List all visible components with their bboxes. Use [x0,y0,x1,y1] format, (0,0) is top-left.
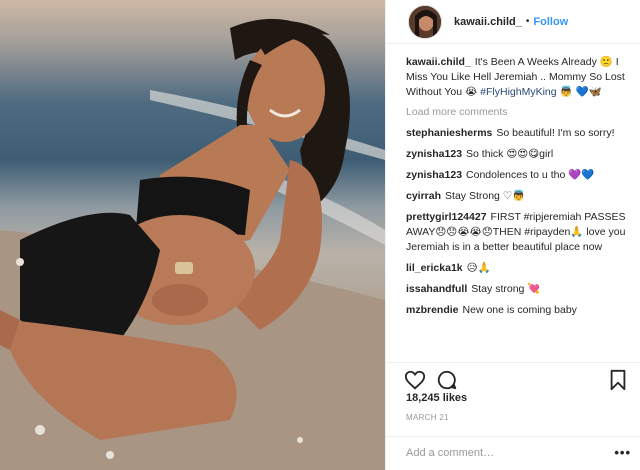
comment-item: lil_ericka1k 😥🙏 [406,261,627,276]
comment-item: stephaniesherms So beautiful! I'm so sorr… [406,126,627,141]
comment-item: issahandfull Stay strong 💘 [406,282,627,297]
action-bar [386,362,640,390]
comment-text: Stay strong 💘 [471,283,541,295]
follow-button[interactable]: Follow [533,16,568,28]
post-date: MARCH 21 [406,413,449,422]
more-options-icon[interactable]: ••• [614,445,631,460]
header-separator: • [525,16,530,27]
caption-emoji: 👼 💙🦋 [556,86,602,98]
comment-text: So thick 😍😍😋girl [466,148,554,160]
instagram-post: kawaii.child_ • Follow kawaii.child_ It's… [0,0,640,470]
comment-item: prettygirl124427 FIRST #ripjeremiah PASSE… [406,210,627,255]
comment-item: zynisha123 Condolences to u tho 💜💙 [406,168,627,183]
photo-illustration [0,18,385,470]
comment-username[interactable]: cyirrah [406,190,441,202]
caption-hashtag[interactable]: #FlyHighMyKing [480,86,556,98]
comment-username[interactable]: mzbrendie [406,304,459,316]
comment-username[interactable]: prettygirl124427 [406,211,487,223]
comment-text: Stay Strong ♡👼 [445,190,526,202]
avatar[interactable] [408,4,442,39]
comment-username[interactable]: zynisha123 [406,169,462,181]
comment-text: New one is coming baby [462,304,577,316]
comment-username[interactable]: lil_ericka1k [406,262,463,274]
comment-username[interactable]: issahandfull [406,283,467,295]
likes-count[interactable]: 18,245 likes [406,392,467,404]
comment-username[interactable]: stephaniesherms [406,127,492,139]
comment-text: Condolences to u tho 💜💙 [466,169,595,181]
add-comment-input[interactable] [406,447,606,459]
add-comment-bar: ••• [386,436,640,470]
comment-icon[interactable] [436,369,458,391]
bookmark-icon[interactable] [607,369,629,391]
comment-text: So beautiful! I'm so sorry! [496,127,615,139]
comment-item: mzbrendie New one is coming baby [406,303,627,318]
post-sidebar: kawaii.child_ • Follow kawaii.child_ It's… [385,0,640,470]
comment-item: zynisha123 So thick 😍😍😋girl [406,147,627,162]
comment-text: 😥🙏 [466,262,491,274]
comments-list[interactable]: kawaii.child_ It's Been A Weeks Already 🙁… [386,55,640,355]
caption-username[interactable]: kawaii.child_ [406,56,471,68]
comment-username[interactable]: zynisha123 [406,148,462,160]
post-photo[interactable] [0,0,385,470]
comment-item: cyirrah Stay Strong ♡👼 [406,189,627,204]
caption: kawaii.child_ It's Been A Weeks Already 🙁… [406,55,627,100]
heart-icon[interactable] [404,369,426,391]
post-header: kawaii.child_ • Follow [386,0,640,44]
header-username[interactable]: kawaii.child_ [454,16,522,28]
load-more-comments[interactable]: Load more comments [406,106,627,118]
